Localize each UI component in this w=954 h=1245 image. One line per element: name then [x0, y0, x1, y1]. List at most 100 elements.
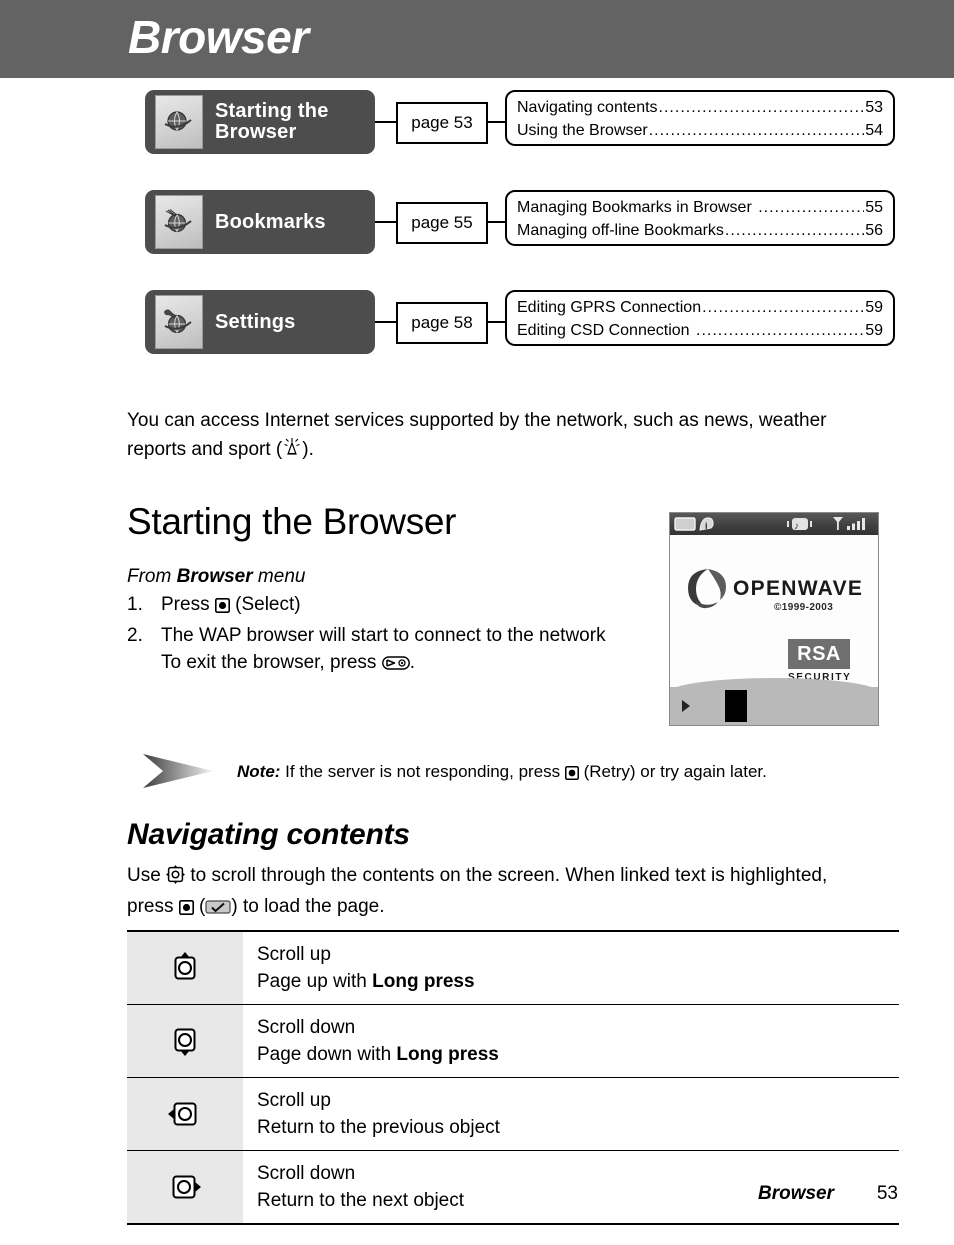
note-arrow-icon	[143, 754, 213, 788]
exit-text-after: .	[409, 652, 415, 673]
toc-page: 56	[865, 222, 883, 239]
use-mid2: (	[193, 896, 206, 917]
row-line1: Scroll up	[257, 944, 331, 965]
toc-title: Using the Browser	[517, 122, 648, 139]
status-bar-icons: i ♪	[674, 517, 865, 532]
phone-soft-key-bar	[670, 678, 878, 725]
toc-page: 54	[865, 122, 883, 139]
toc-page: 59	[865, 299, 883, 316]
contents-box: Navigating contents ....................…	[505, 90, 895, 146]
chapter-box-bookmarks[interactable]: Bookmarks	[145, 190, 375, 254]
toc-title: Navigating contents	[517, 99, 658, 116]
phone-status-bar: i ♪	[670, 513, 878, 535]
table-cell-description: Scroll down Page down with Long press	[243, 1005, 899, 1077]
antenna-tower-icon	[282, 436, 302, 467]
play-triangle-icon	[682, 700, 690, 712]
svg-text:i: i	[705, 521, 708, 531]
connector-line-right	[486, 321, 506, 323]
toc-entry[interactable]: Using the Browser ......................…	[517, 119, 883, 142]
table-cell-description: Scroll up Return to the previous object	[243, 1078, 899, 1150]
phone-screenshot: i ♪ OPENWAVE ©1999-2003 RSA SECURITY	[669, 512, 879, 726]
page-title: Browser	[128, 11, 309, 63]
contents-box: Editing GPRS Connection ................…	[505, 290, 895, 346]
openwave-copyright: ©1999-2003	[774, 602, 834, 613]
connector-line-right	[486, 221, 506, 223]
step-item: 1. Press (Select)	[127, 591, 627, 621]
step-number: 1.	[127, 594, 143, 615]
connector-line-left	[375, 321, 397, 323]
up-key-icon	[127, 932, 243, 1004]
signal-icon	[833, 517, 865, 530]
note-label: Note:	[237, 762, 281, 781]
down-key-icon	[127, 1005, 243, 1077]
chapter-box-starting-the-browser[interactable]: Starting the Browser	[145, 90, 375, 154]
globe-icon	[155, 95, 203, 149]
navmap-row: Starting the Browser page 53 Navigating c…	[0, 90, 954, 190]
from-prefix: From	[127, 566, 177, 587]
row-line1: Scroll up	[257, 1090, 331, 1111]
row-line2-bold: Long press	[396, 1044, 499, 1065]
toc-entry[interactable]: Navigating contents ....................…	[517, 96, 883, 119]
note-callout: Note: If the server is not responding, p…	[141, 748, 901, 794]
navmap-row: Settings page 58 Editing GPRS Connection…	[0, 290, 954, 390]
rsa-badge: RSA	[788, 639, 850, 669]
toc-entry[interactable]: Editing CSD Connection .................…	[517, 319, 883, 342]
step-number: 2.	[127, 625, 143, 646]
toc-page: 55	[865, 199, 883, 216]
step-text-after: (Select)	[229, 594, 301, 615]
use-before: Use	[127, 865, 167, 886]
toc-entry[interactable]: Managing off-line Bookmarks ............…	[517, 219, 883, 242]
chapter-box-settings[interactable]: Settings	[145, 290, 375, 354]
page-header: Browser	[0, 0, 954, 78]
dot-leader: ........................................…	[695, 322, 864, 339]
table-cell-description: Scroll up Page up with Long press	[243, 932, 899, 1004]
step-list: 1. Press (Select) 2. The WAP browser will …	[127, 591, 627, 679]
page-reference-box[interactable]: page 53	[396, 102, 488, 144]
section-heading: Starting the Browser	[127, 501, 457, 542]
openwave-wordmark: OPENWAVE	[733, 577, 864, 600]
globe-icon-svg	[164, 111, 192, 131]
globe-bookmark-icon	[155, 195, 203, 249]
row-line2: Page up with	[257, 971, 373, 992]
steps-intro: From Browser menu	[127, 563, 627, 590]
row-line2: Return to the previous object	[257, 1117, 500, 1138]
use-after: ) to load the page.	[231, 896, 385, 917]
from-suffix: menu	[252, 566, 306, 587]
chapter-label: Bookmarks	[215, 210, 326, 233]
section-steps: From Browser menu 1. Press (Select) 2. The…	[127, 563, 627, 679]
key-function-table: Scroll up Page up with Long press Scroll…	[127, 930, 899, 1225]
intro-paragraph: You can access Internet services support…	[127, 406, 867, 467]
svg-text:♪: ♪	[794, 521, 799, 532]
row-line2-bold: Long press	[372, 971, 475, 992]
battery-icon	[674, 517, 696, 531]
select-key-icon	[564, 763, 579, 786]
toc-entry[interactable]: Managing Bookmarks in Browser ..........…	[517, 196, 883, 219]
globe-bookmark-icon-svg	[164, 209, 192, 233]
openwave-logo-icon	[688, 569, 726, 609]
left-key-icon	[127, 1078, 243, 1150]
chapter-label: Settings	[215, 310, 296, 333]
chapter-label: Starting the Browser	[215, 100, 329, 143]
table-row: Scroll up Page up with Long press	[127, 932, 899, 1005]
subsection-paragraph: Use to scroll through the contents on th…	[127, 862, 867, 924]
contents-box: Managing Bookmarks in Browser ..........…	[505, 190, 895, 246]
step-item: 2. The WAP browser will start to connect …	[127, 622, 627, 679]
chapter-navigation-map: Starting the Browser page 53 Navigating c…	[0, 90, 954, 390]
connector-line-left	[375, 221, 397, 223]
connector-line-right	[486, 121, 506, 123]
intro-text-part2: ).	[302, 439, 314, 460]
exit-text: To exit the browser, press	[161, 652, 382, 673]
select-key-icon	[214, 594, 230, 621]
cursor-block	[725, 690, 747, 722]
globe-wrench-icon-svg	[164, 309, 192, 334]
navigation-key-icon	[166, 865, 186, 893]
navmap-row: Bookmarks page 55 Managing Bookmarks in …	[0, 190, 954, 290]
toc-title: Managing Bookmarks in Browser	[517, 199, 752, 216]
page-reference-box[interactable]: page 55	[396, 202, 488, 244]
toc-entry[interactable]: Editing GPRS Connection ................…	[517, 296, 883, 319]
page-reference-box[interactable]: page 58	[396, 302, 488, 344]
table-row: Scroll down Page down with Long press	[127, 1005, 899, 1078]
vibrate-icon	[787, 518, 812, 530]
note-body: If the server is not responding, press	[280, 762, 565, 781]
toc-title: Editing CSD Connection	[517, 322, 690, 339]
